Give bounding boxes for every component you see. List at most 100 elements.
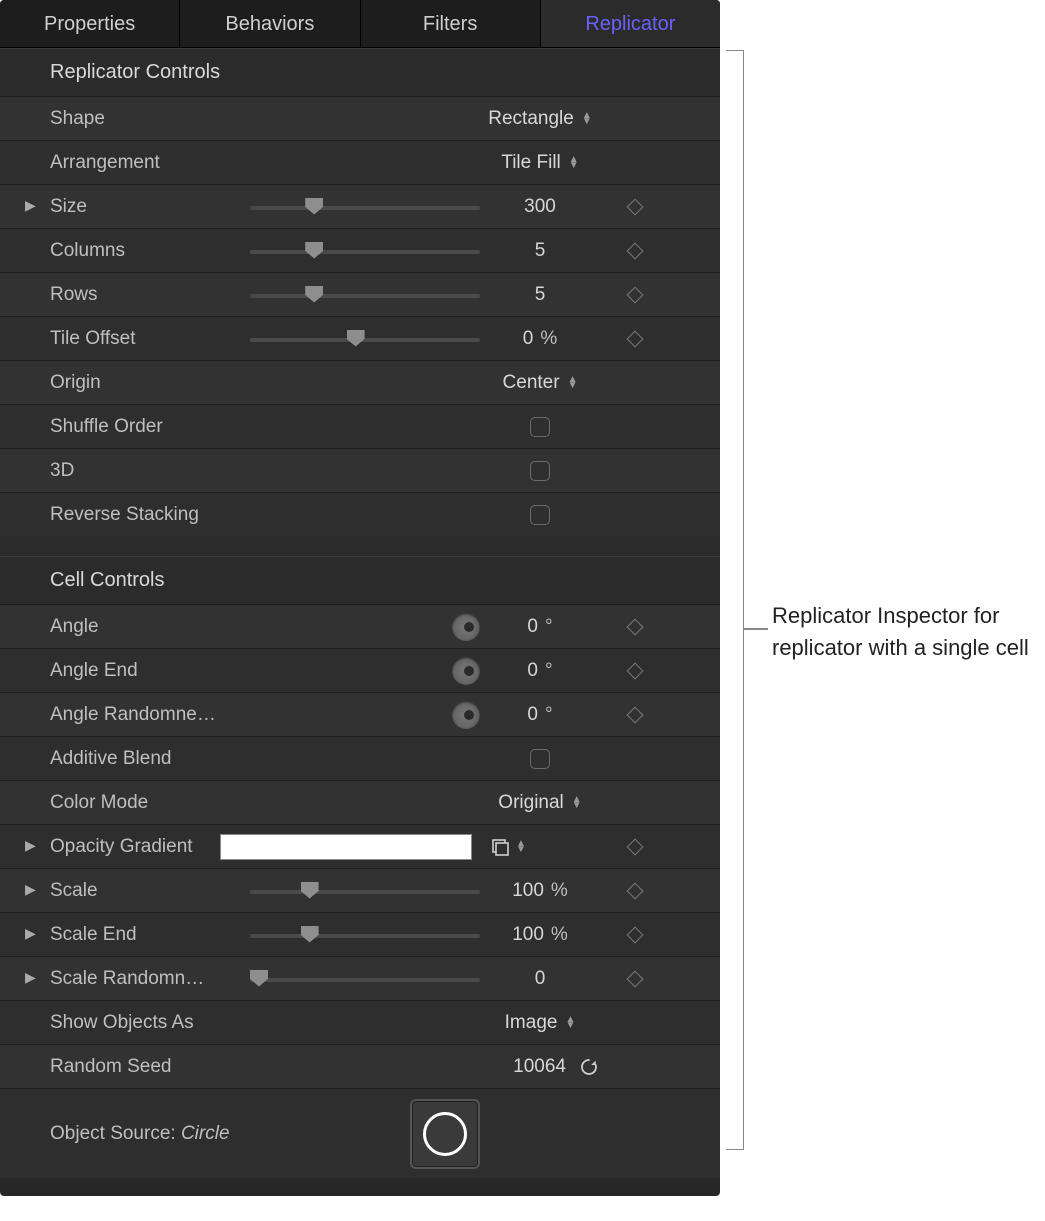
popup-show-objects-as[interactable]: Image [505,1012,576,1034]
popup-shape[interactable]: Rectangle [488,108,591,130]
label-angle-randomness: Angle Randomne… [50,704,220,726]
value-angle[interactable]: 0 [527,616,538,638]
dial-angle-end[interactable] [452,657,480,685]
row-random-seed: Random Seed 10064 [0,1044,720,1088]
keyframe-angle-end[interactable] [600,665,670,677]
slider-scale-end[interactable] [250,925,480,945]
label-scale-randomness: Scale Randomn… [50,968,220,990]
unit-degree: ° [545,660,553,682]
row-rows: Rows 5 [0,272,720,316]
checkbox-reverse-stacking[interactable] [530,505,550,525]
row-scale: ▶ Scale 100 % [0,868,720,912]
disclosure-opacity-gradient[interactable]: ▶ [25,838,50,855]
keyframe-columns[interactable] [600,245,670,257]
slider-size[interactable] [250,197,480,217]
keyframe-scale-randomness[interactable] [600,973,670,985]
keyframe-scale-end[interactable] [600,929,670,941]
row-columns: Columns 5 [0,228,720,272]
row-angle-randomness: Angle Randomne… 0 ° [0,692,720,736]
tab-properties[interactable]: Properties [0,0,180,47]
checkbox-3d[interactable] [530,461,550,481]
popup-arrows-icon [569,157,579,169]
popup-arrows-icon [572,797,582,809]
row-opacity-gradient: ▶ Opacity Gradient ▲▼ [0,824,720,868]
row-angle-end: Angle End 0 ° [0,648,720,692]
row-angle: Angle 0 ° [0,604,720,648]
value-scale-end[interactable]: 100 [512,924,544,946]
keyframe-angle-randomness[interactable] [600,709,670,721]
tab-filters[interactable]: Filters [361,0,541,47]
row-scale-randomness: ▶ Scale Randomn… 0 [0,956,720,1000]
value-columns[interactable]: 5 [535,240,546,262]
checkbox-additive-blend[interactable] [530,749,550,769]
popup-arrows-icon[interactable]: ▲▼ [516,841,526,853]
disclosure-scale[interactable]: ▶ [25,882,50,899]
dial-angle[interactable] [452,613,480,641]
row-show-objects-as: Show Objects As Image [0,1000,720,1044]
value-angle-end[interactable]: 0 [527,660,538,682]
label-scale-end: Scale End [50,924,220,946]
keyframe-scale[interactable] [600,885,670,897]
slider-scale[interactable] [250,881,480,901]
label-random-seed: Random Seed [50,1056,220,1078]
checkbox-shuffle-order[interactable] [530,417,550,437]
section-replicator-controls: Replicator Controls [0,48,720,96]
popup-color-mode[interactable]: Original [498,792,581,814]
value-tile-offset[interactable]: 0 [523,328,534,350]
slider-rows[interactable] [250,285,480,305]
regenerate-seed-icon[interactable] [578,1056,600,1078]
keyframe-size[interactable] [600,201,670,213]
row-additive-blend: Additive Blend [0,736,720,780]
slider-tile-offset[interactable] [250,329,480,349]
disclosure-scale-randomness[interactable]: ▶ [25,970,50,987]
keyframe-rows[interactable] [600,289,670,301]
tab-replicator[interactable]: Replicator [541,0,720,47]
value-scale[interactable]: 100 [512,880,544,902]
disclosure-scale-end[interactable]: ▶ [25,926,50,943]
unit-degree: ° [545,704,553,726]
popup-arrangement[interactable]: Tile Fill [501,152,578,174]
slider-scale-randomness[interactable] [250,969,480,989]
slider-columns[interactable] [250,241,480,261]
object-source-well[interactable] [410,1099,480,1169]
tab-behaviors[interactable]: Behaviors [180,0,360,47]
popup-arrows-icon [582,113,592,125]
label-color-mode: Color Mode [50,792,220,814]
section-cell-controls: Cell Controls [0,556,720,604]
keyframe-opacity-gradient[interactable] [600,841,670,853]
row-arrangement: Arrangement Tile Fill [0,140,720,184]
unit-percent: % [551,880,568,902]
label-opacity-gradient: Opacity Gradient [50,836,220,858]
keyframe-angle[interactable] [600,621,670,633]
value-scale-randomness[interactable]: 0 [535,968,546,990]
row-object-source: Object Source: Circle [0,1088,720,1178]
row-reverse-stacking: Reverse Stacking [0,492,720,536]
annotation-text: Replicator Inspector for replicator with… [772,600,1030,664]
popup-arrows-icon [568,377,578,389]
row-color-mode: Color Mode Original [0,780,720,824]
label-size: Size [50,196,220,218]
value-rows[interactable]: 5 [535,284,546,306]
value-angle-randomness[interactable]: 0 [527,704,538,726]
value-size[interactable]: 300 [524,196,556,218]
disclosure-size[interactable]: ▶ [25,198,50,215]
label-tile-offset: Tile Offset [50,328,220,350]
keyframe-tile-offset[interactable] [600,333,670,345]
dial-angle-randomness[interactable] [452,701,480,729]
label-object-source: Object Source: Circle [50,1123,270,1145]
row-shuffle-order: Shuffle Order [0,404,720,448]
unit-percent: % [551,924,568,946]
row-scale-end: ▶ Scale End 100 % [0,912,720,956]
popup-origin[interactable]: Center [503,372,578,394]
circle-icon [423,1112,467,1156]
row-3d: 3D [0,448,720,492]
gradient-preset-icon[interactable] [490,837,510,857]
value-random-seed[interactable]: 10064 [513,1056,566,1078]
label-scale: Scale [50,880,220,902]
label-origin: Origin [50,372,220,394]
callout-bracket [726,50,744,1150]
row-size: ▶ Size 300 [0,184,720,228]
label-additive-blend: Additive Blend [50,748,220,770]
gradient-editor[interactable] [220,834,472,860]
label-show-objects-as: Show Objects As [50,1012,220,1034]
